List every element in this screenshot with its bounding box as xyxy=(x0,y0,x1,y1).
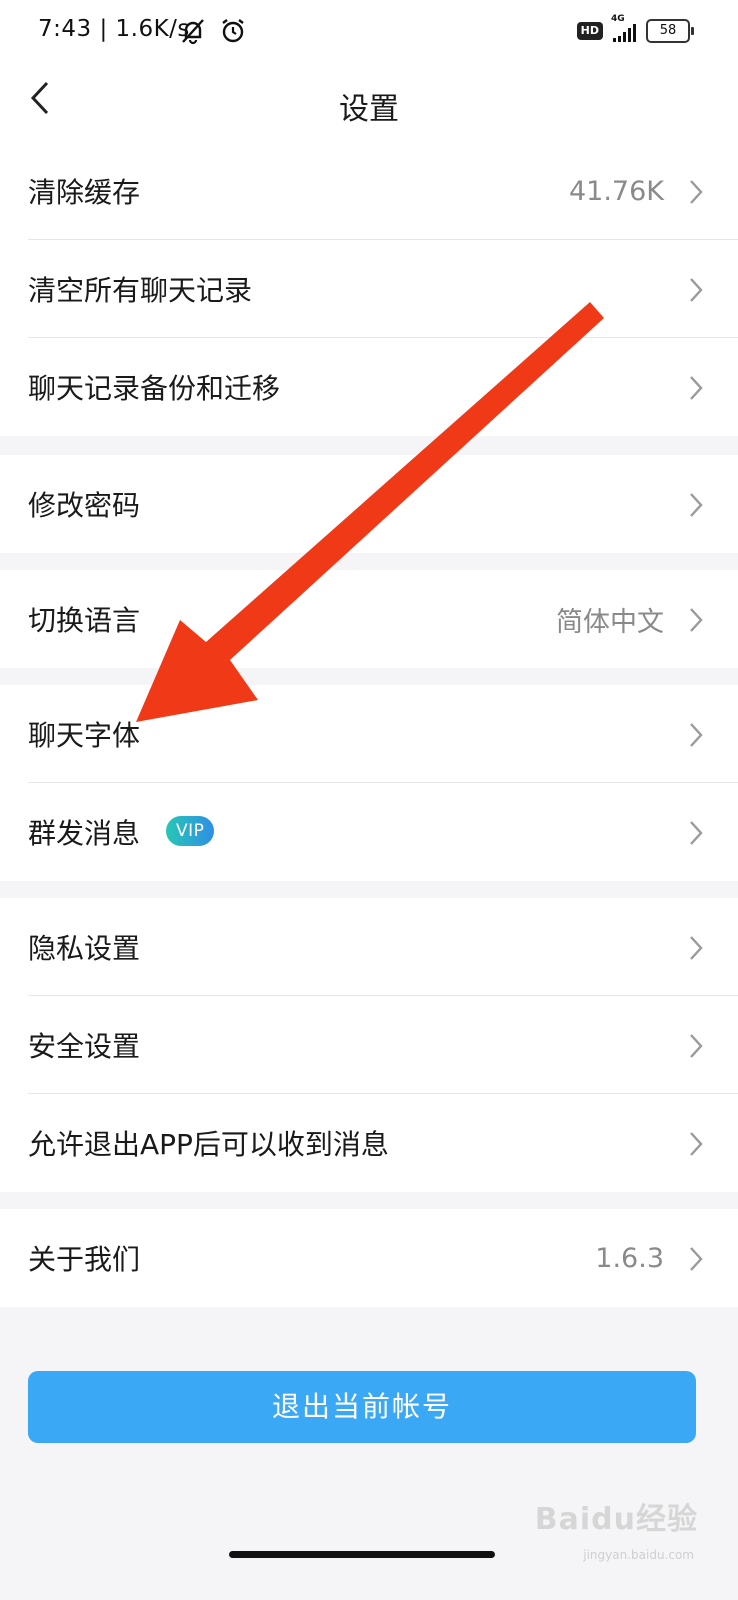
status-time: 7:43 | 1.6K/s xyxy=(38,16,190,42)
row-label: 清空所有聊天记录 xyxy=(28,274,253,307)
chevron-right-icon xyxy=(690,1034,703,1058)
row-label: 安全设置 xyxy=(28,1030,141,1063)
settings-group-privacy: 隐私设置 安全设置 允许退出APP后可以收到消息 xyxy=(0,898,738,1192)
vip-badge: VIP xyxy=(166,816,215,846)
settings-row-clear-cache[interactable]: 清除缓存 41.76K xyxy=(0,142,738,240)
signal-icon: 4G xyxy=(611,14,636,42)
status-icons-left xyxy=(178,16,248,50)
row-label: 关于我们 xyxy=(28,1243,141,1276)
alarm-icon xyxy=(218,16,248,50)
chevron-right-icon xyxy=(690,493,703,517)
row-label: 群发消息 xyxy=(28,817,141,850)
settings-row-security[interactable]: 安全设置 xyxy=(0,996,738,1094)
row-label: 修改密码 xyxy=(28,489,141,522)
network-type: 4G xyxy=(611,14,625,24)
chevron-right-icon xyxy=(690,180,703,204)
row-label: 隐私设置 xyxy=(28,932,141,965)
chevron-right-icon xyxy=(690,1132,703,1156)
settings-group-password: 修改密码 xyxy=(0,455,738,553)
page-title: 设置 xyxy=(339,92,399,127)
hd-badge: HD xyxy=(576,22,603,40)
battery-icon: 58 xyxy=(646,19,694,43)
status-bar: 7:43 | 1.6K/s HD 4G 58 xyxy=(0,0,738,64)
settings-row-mass-message[interactable]: 群发消息 VIP xyxy=(0,783,738,881)
settings-row-chat-font[interactable]: 聊天字体 xyxy=(0,685,738,783)
settings-group-chat: 聊天字体 群发消息 VIP xyxy=(0,685,738,881)
chevron-right-icon xyxy=(690,376,703,400)
row-label: 切换语言 xyxy=(28,604,141,637)
row-label: 允许退出APP后可以收到消息 xyxy=(28,1128,389,1161)
row-label: 聊天记录备份和迁移 xyxy=(28,372,281,405)
home-indicator xyxy=(229,1551,495,1558)
settings-row-privacy[interactable]: 隐私设置 xyxy=(0,898,738,996)
settings-row-about-us[interactable]: 关于我们 1.6.3 xyxy=(0,1209,738,1307)
chevron-right-icon xyxy=(690,936,703,960)
row-label: 清除缓存 xyxy=(28,176,141,209)
settings-group-language: 切换语言 简体中文 xyxy=(0,570,738,668)
settings-row-switch-language[interactable]: 切换语言 简体中文 xyxy=(0,570,738,668)
chevron-right-icon xyxy=(690,821,703,845)
settings-row-clear-chat-history[interactable]: 清空所有聊天记录 xyxy=(0,240,738,338)
cache-size-value: 41.76K xyxy=(568,175,664,207)
settings-row-chat-backup[interactable]: 聊天记录备份和迁移 xyxy=(0,338,738,436)
settings-row-background-messages[interactable]: 允许退出APP后可以收到消息 xyxy=(0,1094,738,1192)
settings-group-about: 关于我们 1.6.3 xyxy=(0,1209,738,1307)
baidu-watermark: Baidu经验 xyxy=(534,1502,698,1537)
top-bar: 7:43 | 1.6K/s HD 4G 58 设置 xyxy=(0,0,738,142)
status-icons-right: HD 4G 58 xyxy=(576,14,694,43)
version-value: 1.6.3 xyxy=(595,1242,664,1274)
settings-group-storage: 清除缓存 41.76K 清空所有聊天记录 聊天记录备份和迁移 xyxy=(0,142,738,436)
language-value: 简体中文 xyxy=(556,606,664,638)
mute-bell-icon xyxy=(178,16,208,50)
baidu-watermark-url: jingyan.baidu.com xyxy=(583,1548,694,1562)
navigation-bar: 设置 xyxy=(0,64,738,142)
settings-row-change-password[interactable]: 修改密码 xyxy=(0,455,738,553)
chevron-right-icon xyxy=(690,608,703,632)
row-label: 聊天字体 xyxy=(28,719,141,752)
chevron-right-icon xyxy=(690,1247,703,1271)
logout-button[interactable]: 退出当前帐号 xyxy=(28,1371,696,1443)
chevron-right-icon xyxy=(690,278,703,302)
chevron-right-icon xyxy=(690,723,703,747)
